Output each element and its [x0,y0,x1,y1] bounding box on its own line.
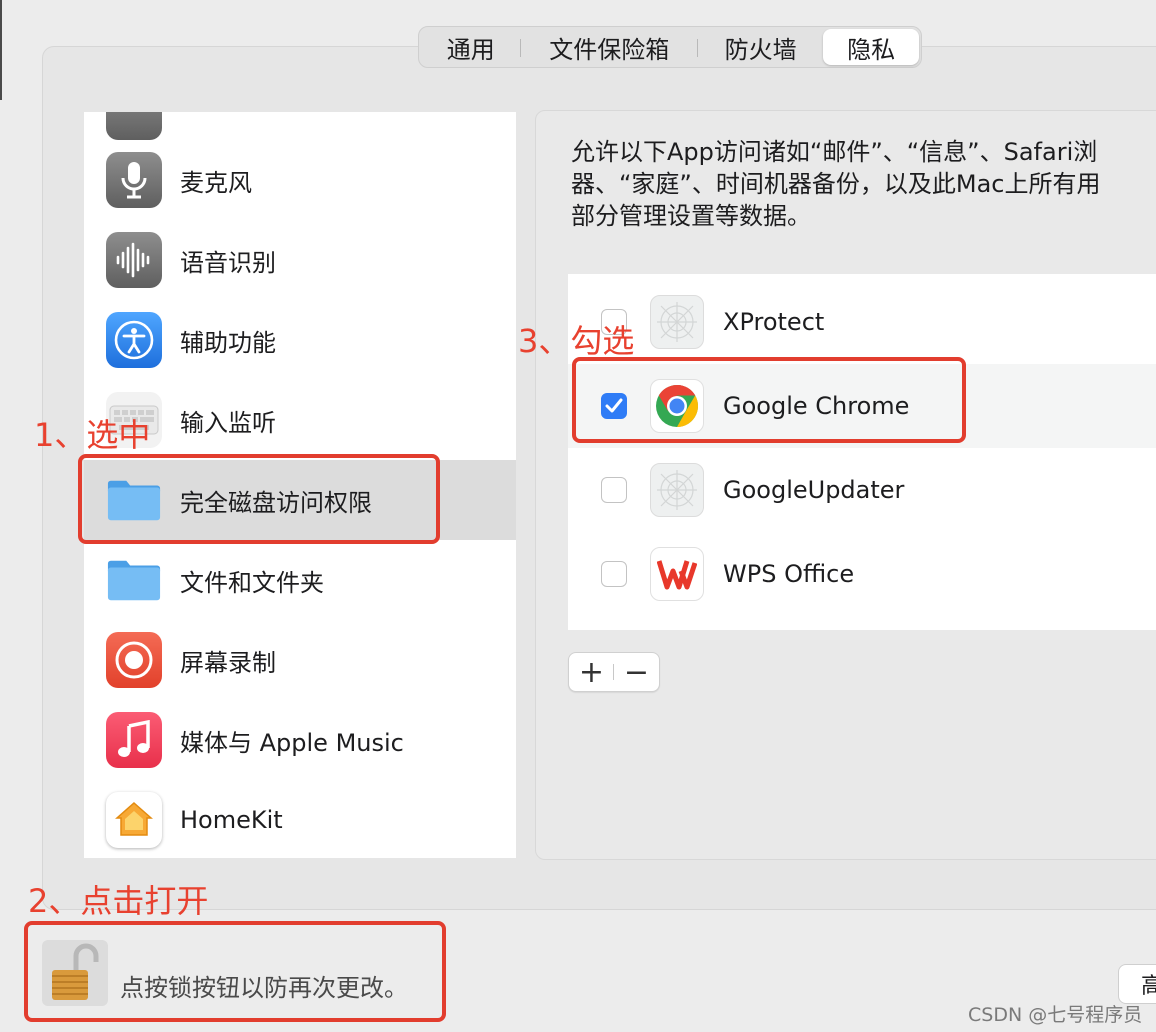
sidebar-item-label: 输入监听 [180,408,276,437]
accessibility-icon [106,312,162,368]
sidebar-item-label: 麦克风 [180,168,252,197]
app-name: GoogleUpdater [723,476,905,504]
tab-privacy[interactable]: 隐私 [823,29,919,65]
tab-general[interactable]: 通用 [421,29,521,65]
camera-icon [106,112,162,140]
permission-description: 允许以下App访问诸如“邮件”、“信息”、Safari浏 器、“家庭”、时间机器… [571,136,1156,232]
annotation-box-full-disk [78,454,440,544]
sidebar-item-label: 辅助功能 [180,328,276,357]
annotation-box-lock [24,921,446,1022]
sidebar-item-label: 屏幕录制 [180,648,276,677]
app-row-xprotect[interactable]: XProtect [568,280,1156,364]
annotation-box-chrome [572,357,966,443]
remove-app-button[interactable]: − [614,653,659,691]
sidebar-item-label: 文件和文件夹 [180,568,324,597]
advanced-button[interactable]: 高 [1118,964,1156,1004]
sidebar-item-speech-recognition[interactable]: 语音识别 [84,220,516,300]
sidebar-item-accessibility[interactable]: 辅助功能 [84,300,516,380]
tab-firewall[interactable]: 防火墙 [698,29,824,65]
sidebar-item-screen-recording[interactable]: 屏幕录制 [84,620,516,700]
folder-icon [106,552,162,608]
app-list: XProtect Google Chrome GoogleUpdater WPS… [568,274,1156,630]
generic-app-icon [650,295,704,349]
description-line: 部分管理设置等数据。 [571,202,811,230]
sidebar-item-label: HomeKit [180,806,283,834]
description-line: 器、“家庭”、时间机器备份，以及此Mac上所有用 [571,170,1101,198]
googleupdater-checkbox[interactable] [601,477,627,503]
tab-filevault[interactable]: 文件保险箱 [521,29,699,65]
add-app-button[interactable]: + [569,653,614,691]
tab-bar: 通用 文件保险箱 防火墙 隐私 [418,26,922,68]
app-row-googleupdater[interactable]: GoogleUpdater [568,448,1156,532]
app-name: XProtect [723,308,825,336]
microphone-icon [106,152,162,208]
wps-office-checkbox[interactable] [601,561,627,587]
watermark: CSDN @七号程序员 [968,1004,1143,1026]
speech-waveform-icon [106,232,162,288]
wps-office-icon [650,547,704,601]
description-line: 允许以下App访问诸如“邮件”、“信息”、Safari浏 [571,138,1098,166]
app-row-wps-office[interactable]: WPS Office [568,532,1156,616]
home-icon [106,792,162,848]
music-note-icon [106,712,162,768]
sidebar-item-microphone[interactable]: 麦克风 [84,140,516,220]
add-remove-control: + − [568,652,660,692]
annotation-step2: 2、点击打开 [28,882,209,920]
annotation-step3: 3、勾选 [518,322,635,360]
screen-record-icon [106,632,162,688]
annotation-step1: 1、选中 [34,416,151,454]
generic-app-icon [650,463,704,517]
sidebar-item-files-and-folders[interactable]: 文件和文件夹 [84,540,516,620]
app-name: WPS Office [723,560,855,588]
sidebar-item-homekit[interactable]: HomeKit [84,780,516,858]
sidebar-item-label: 媒体与 Apple Music [180,728,404,757]
window-edge [0,0,2,100]
sidebar-item-label: 语音识别 [180,248,276,277]
sidebar-item-media-apple-music[interactable]: 媒体与 Apple Music [84,700,516,780]
